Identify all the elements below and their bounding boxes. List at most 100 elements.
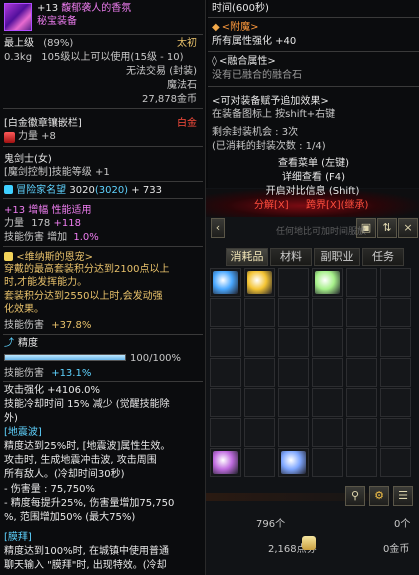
bless2: 聊天输入 "膜拜"时, 出现特效。(冷却 [4, 560, 167, 571]
grace-desc4: 化效果。 [4, 304, 44, 315]
precision-icon: ⤴ [4, 338, 14, 349]
inventory-slot[interactable] [346, 298, 377, 327]
inventory-slot[interactable] [210, 358, 241, 387]
menu-icon[interactable]: ☰ [393, 486, 413, 506]
fame-icon [4, 185, 13, 194]
inventory-slot[interactable] [210, 298, 241, 327]
inventory-slot[interactable] [346, 388, 377, 417]
precision-skill: 技能伤害 +13.1% [4, 368, 91, 380]
inventory-slot[interactable] [312, 358, 343, 387]
inventory-slot[interactable] [244, 388, 275, 417]
inventory-slot[interactable] [346, 418, 377, 447]
inventory-slot[interactable] [380, 358, 411, 387]
inventory-slot[interactable] [210, 268, 241, 297]
inventory-slot[interactable] [312, 268, 343, 297]
tab-materials[interactable]: 材料 [270, 248, 312, 266]
item-weight: 0.3kg [4, 52, 33, 63]
inventory-slot[interactable] [278, 388, 309, 417]
menu-cross[interactable]: 跨界[X](继承) [306, 200, 368, 212]
inventory-slot[interactable] [278, 358, 309, 387]
quake5: - 精度每提升25%, 伤害量增加75,750 [4, 498, 175, 509]
inventory-slot[interactable] [312, 328, 343, 357]
red-emblem-icon [4, 132, 15, 143]
inventory-slot[interactable] [244, 418, 275, 447]
seal-count: 剩余封装机会 : 3次 [212, 127, 299, 138]
inventory-item[interactable] [213, 271, 238, 294]
grace-header: <维纳斯的恩宠> [4, 251, 93, 264]
inventory-slot[interactable] [380, 418, 411, 447]
inventory-slot[interactable] [244, 448, 275, 477]
inventory-slot[interactable] [244, 298, 275, 327]
inventory-slot[interactable] [244, 328, 275, 357]
menu-view: 查看菜单 (左键) [278, 158, 349, 169]
grace-header-text: <维纳斯的恩宠> [16, 252, 93, 263]
inventory-item[interactable] [315, 271, 340, 294]
inventory-item[interactable] [281, 451, 306, 474]
fusion-text: 没有已融合的融合石 [212, 70, 302, 81]
tab-consumables[interactable]: 消耗品 [226, 248, 268, 266]
gear-icon[interactable]: ⚙ [369, 486, 389, 506]
inventory-slot[interactable] [312, 298, 343, 327]
precision-value: 100/100% [130, 353, 182, 364]
item-rarity: 秘宝装备 [37, 16, 77, 27]
grace-skill-label: 技能伤害 [4, 320, 44, 331]
close-icon[interactable]: × [398, 218, 418, 238]
inventory-slot[interactable] [312, 448, 343, 477]
gold-bag-icon [302, 536, 316, 550]
inventory-slot[interactable] [278, 448, 309, 477]
fame-bonus: + 733 [131, 185, 162, 196]
tab-quest[interactable]: 任务 [362, 248, 404, 266]
menu-split[interactable]: 分解[X] [254, 200, 289, 212]
precision-bar-fill [5, 355, 125, 360]
precision-bar [4, 354, 126, 361]
fame-label: 冒险家名望 [16, 185, 67, 196]
tab-subjob[interactable]: 副职业 [314, 248, 360, 266]
inventory-slot[interactable] [346, 328, 377, 357]
inventory-item[interactable] [213, 451, 238, 474]
item-enhance: +13 [37, 3, 59, 14]
quake-header: [地震波] [4, 427, 42, 438]
enchant-icon: ◆ [212, 22, 220, 33]
grace-desc1: 穿戴的最高套装积分达到2100点以上 [4, 264, 170, 275]
inventory-slot[interactable] [278, 328, 309, 357]
inventory-slot[interactable] [278, 418, 309, 447]
inventory-slot[interactable] [380, 448, 411, 477]
amp-skill-label: 技能伤害 增加 [4, 232, 68, 243]
inventory-slot[interactable] [210, 448, 241, 477]
inventory-slot[interactable] [380, 388, 411, 417]
slots-used: 796个 [256, 519, 286, 530]
arrow-left-icon[interactable]: ‹ [211, 218, 225, 238]
grace-icon [4, 252, 13, 261]
inventory-slot[interactable] [312, 418, 343, 447]
amp-stat: 力量 178 +118 [4, 218, 81, 230]
inventory-slot[interactable] [380, 298, 411, 327]
amp-skill: 技能伤害 增加 1.0% [4, 232, 99, 244]
inventory-slot[interactable] [210, 388, 241, 417]
grace-skill-value: +37.8% [51, 320, 92, 331]
item-type: 魔法石 [167, 80, 197, 91]
min-level-pct: (89%) [43, 38, 74, 49]
inventory-slot[interactable] [380, 268, 411, 297]
sort-icon[interactable]: ⇅ [377, 218, 397, 238]
min-level: 最上级 (89%) [4, 38, 73, 50]
inventory-slot[interactable] [278, 298, 309, 327]
inventory-item[interactable] [247, 271, 272, 294]
precision-skill-label: 技能伤害 [4, 368, 44, 379]
amp-line: +13 增幅 性能适用 [4, 205, 92, 216]
inventory-slot[interactable] [346, 268, 377, 297]
inventory-slot[interactable] [210, 418, 241, 447]
fusion-icon: ◊ [212, 56, 217, 67]
inventory-slot[interactable] [346, 448, 377, 477]
inventory-slot[interactable] [244, 268, 275, 297]
inventory-slot[interactable] [380, 328, 411, 357]
bless-header: [膜拜] [4, 532, 32, 543]
inventory-slot[interactable] [244, 358, 275, 387]
inventory-slot[interactable] [346, 358, 377, 387]
search-icon[interactable]: ⚲ [345, 486, 365, 506]
inventory-slot[interactable] [312, 388, 343, 417]
inventory-slot[interactable] [278, 268, 309, 297]
precision-skill-value: +13.1% [51, 368, 92, 379]
amp-skill-value: 1.0% [73, 232, 99, 243]
bonus-text: 在装备图标上 按shift+右键 [212, 109, 336, 120]
inventory-slot[interactable] [210, 328, 241, 357]
